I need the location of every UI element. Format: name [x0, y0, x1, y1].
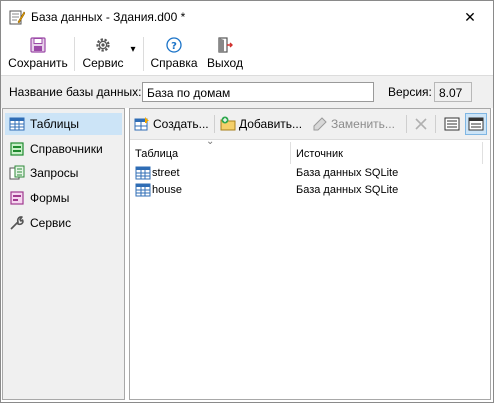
column-divider[interactable] [482, 142, 483, 164]
table-icon [135, 183, 151, 197]
exit-door-icon [218, 37, 233, 53]
sidebar-item-label: Справочники [30, 142, 103, 156]
toolbar-divider [406, 115, 407, 133]
exit-button[interactable]: Выход [204, 35, 246, 73]
table-row[interactable]: house База данных SQLite [130, 182, 490, 199]
column-header-source[interactable]: Источник [296, 148, 343, 160]
sidebar: Таблицы Справочники Запросы Формы Сервис [2, 108, 125, 400]
column-header-table[interactable]: Таблица [135, 148, 178, 160]
toolbar-divider [214, 115, 215, 133]
save-button[interactable]: Сохранить [5, 35, 71, 73]
table-icon [135, 166, 151, 180]
add-label: Добавить... [239, 117, 303, 131]
table-header: ⌄ Таблица Источник [130, 136, 490, 166]
reference-book-icon [10, 142, 24, 156]
replace-label: Заменить... [331, 117, 395, 131]
sidebar-item-service[interactable]: Сервис [5, 212, 122, 234]
database-info-bar: Название базы данных: База по домам Верс… [1, 76, 493, 108]
sidebar-item-label: Формы [30, 191, 70, 205]
service-button[interactable]: Сервис [79, 35, 127, 73]
table-icon [9, 117, 25, 131]
window-title: База данных - Здания.d00 * [31, 10, 186, 24]
toolbar-divider [74, 37, 75, 71]
sidebar-item-forms[interactable]: Формы [5, 187, 122, 209]
main-toolbar: Сохранить Сервис ▾ ? Справка Выход [1, 33, 493, 76]
sidebar-item-label: Таблицы [30, 117, 80, 131]
close-icon: ✕ [464, 9, 476, 25]
sidebar-item-references[interactable]: Справочники [5, 138, 122, 160]
create-table-button[interactable]: Создать... [132, 113, 210, 135]
help-icon: ? [166, 37, 182, 53]
database-pencil-icon [9, 10, 25, 25]
version-field: 8.07 [434, 82, 472, 102]
view-details-button[interactable] [441, 113, 463, 135]
service-dropdown-button[interactable]: ▾ [127, 35, 139, 73]
add-table-button[interactable]: Добавить... [218, 113, 302, 135]
view-list-button[interactable] [465, 113, 487, 135]
replace-table-button[interactable]: Заменить... [310, 113, 400, 135]
table-source-cell: База данных SQLite [296, 184, 399, 196]
table-source-cell: База данных SQLite [296, 167, 399, 179]
add-folder-icon [220, 116, 236, 131]
sidebar-item-label: Запросы [30, 166, 79, 180]
close-button[interactable]: ✕ [447, 1, 493, 33]
query-icon [9, 165, 25, 180]
title-bar: База данных - Здания.d00 * ✕ [1, 1, 493, 33]
sidebar-item-queries[interactable]: Запросы [5, 162, 122, 184]
form-icon [10, 191, 24, 205]
wrench-icon [10, 216, 24, 230]
replace-icon [313, 117, 327, 131]
save-label: Сохранить [8, 56, 68, 70]
help-button[interactable]: ? Справка [148, 35, 200, 73]
database-name-label: Название базы данных: [9, 85, 142, 99]
list-view-icon [468, 117, 484, 131]
service-label: Сервис [82, 56, 124, 70]
sidebar-item-tables[interactable]: Таблицы [5, 113, 122, 135]
details-view-icon [444, 117, 460, 131]
table-row[interactable]: street База данных SQLite [130, 165, 490, 182]
toolbar-divider [435, 115, 436, 133]
save-icon [30, 37, 46, 53]
main-window: База данных - Здания.d00 * ✕ Сохранить С… [0, 0, 494, 403]
delete-table-button[interactable] [411, 113, 431, 135]
svg-text:?: ? [171, 41, 177, 52]
delete-x-icon [415, 118, 427, 130]
tables-panel: Создать... Добавить... Заменить... ⌄ Таб… [129, 108, 491, 400]
new-table-icon [134, 117, 149, 131]
version-label: Версия: [388, 85, 432, 99]
exit-label: Выход [207, 56, 243, 70]
tables-toolbar: Создать... Добавить... Заменить... [130, 109, 490, 140]
chevron-down-icon: ▾ [130, 44, 136, 55]
gear-icon [96, 38, 110, 52]
sidebar-item-label: Сервис [30, 216, 72, 230]
table-name-cell: street [152, 167, 180, 179]
column-divider[interactable] [290, 142, 291, 164]
toolbar-divider [143, 37, 144, 71]
table-name-cell: house [152, 184, 182, 196]
database-name-field[interactable]: База по домам [142, 82, 374, 102]
create-label: Создать... [153, 117, 209, 131]
sort-indicator-icon: ⌄ [206, 136, 215, 147]
help-label: Справка [150, 56, 198, 70]
